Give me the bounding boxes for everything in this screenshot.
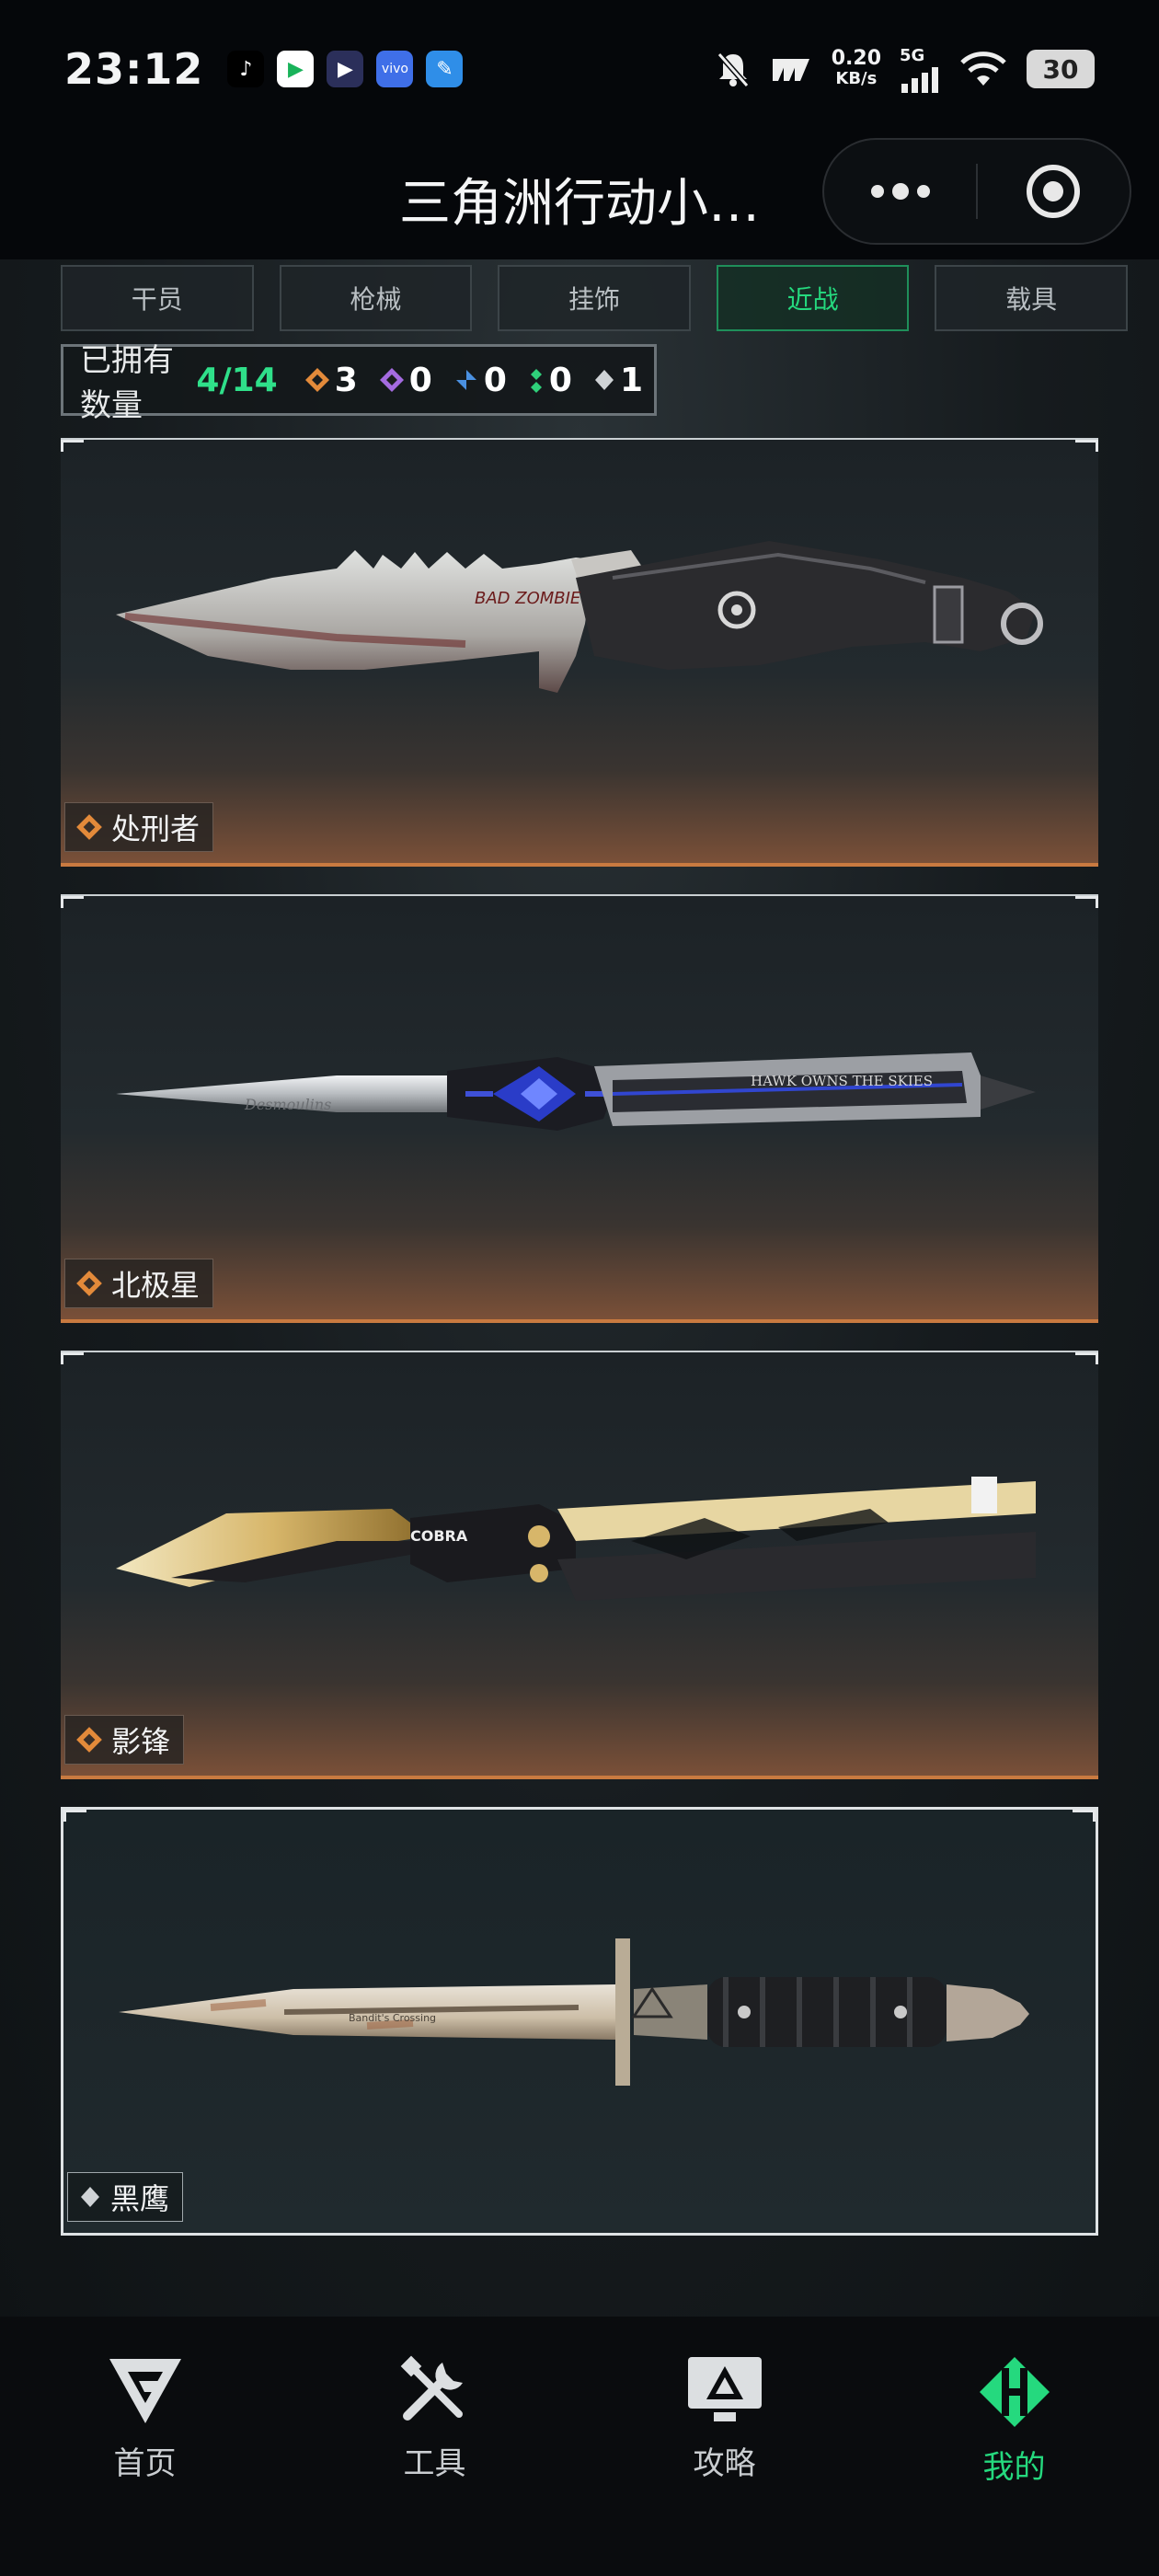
item-name: 黑鹰 (110, 2181, 170, 2216)
target-close-icon (1027, 165, 1081, 218)
nav-label: 工具 (403, 2445, 466, 2482)
blade-engraving: Bandit's Crossing (349, 2012, 436, 2024)
play-icon: ▶ (277, 51, 315, 87)
rarity-green: 0 (527, 362, 572, 399)
status-bar: 23:12 ♪ ▶ ▶ vivo ✎ 0.20 KB/s 5G 30 (0, 0, 1159, 138)
cellular-signal: 5G (900, 46, 940, 93)
owned-count: 4/14 (196, 361, 278, 399)
network-type: 5G (900, 45, 925, 65)
dagger-image: HAWK OWNS THE SKIES Desmoulins (116, 1052, 1036, 1131)
tab-label: 枪械 (350, 284, 402, 315)
white-diamond-icon (594, 370, 614, 390)
carrier-logo-icon (772, 59, 809, 81)
rarity-count: 0 (408, 361, 432, 399)
nav-label: 首页 (113, 2445, 177, 2482)
video-icon: ▶ (327, 51, 364, 87)
blade-engraving: BAD ZOMBIE (475, 589, 581, 608)
owned-count-bar: 已拥有数量 4/14 3 0 0 0 1 (61, 342, 657, 424)
rarity-count: 0 (548, 361, 572, 399)
tab-melee[interactable]: 近战 (716, 265, 910, 331)
melee-item-card[interactable]: HAWK OWNS THE SKIES Desmoulins 北极星 (61, 894, 1098, 1323)
tiktok-icon: ♪ (227, 51, 265, 87)
melee-item-card[interactable]: COBRA 影锋 (61, 1351, 1098, 1779)
gold-rarity-icon (76, 814, 102, 840)
notes-icon: ✎ (426, 51, 464, 87)
vivo-icon: vivo (376, 51, 414, 87)
green-diamond-icon (530, 369, 542, 393)
tab-label: 载具 (1005, 284, 1058, 315)
bayonet-image: Bandit's Crossing (119, 1938, 1029, 2086)
owned-label: 已拥有数量 (80, 342, 174, 424)
nav-label: 我的 (982, 2449, 1046, 2486)
status-indicators: 0.20 KB/s 5G 30 (716, 46, 1095, 93)
net-speed-unit: KB/s (835, 69, 878, 88)
close-button[interactable] (978, 140, 1130, 243)
gold-rarity-icon (76, 1727, 102, 1753)
page-title: 三角洲行动小… (399, 173, 760, 234)
tab-charms[interactable]: 挂饰 (498, 265, 691, 331)
rarity-count: 3 (334, 361, 358, 399)
status-time: 23:12 (64, 44, 204, 94)
tab-label: 近战 (786, 284, 839, 315)
blue-diamond-icon (455, 370, 476, 390)
tab-label: 挂饰 (568, 284, 620, 315)
handle-engraving: COBRA (410, 1527, 468, 1545)
net-speed: 0.20 KB/s (832, 49, 881, 89)
tab-firearms[interactable]: 枪械 (279, 265, 473, 331)
net-speed-value: 0.20 (831, 47, 881, 70)
blade-engraving: Desmoulins (244, 1096, 331, 1113)
category-tabs: 干员 枪械 挂饰 近战 载具 (61, 265, 1128, 331)
melee-item-card[interactable]: BAD ZOMBIE 处刑者 (61, 438, 1098, 867)
nav-home[interactable]: 首页 (53, 2355, 237, 2576)
mini-program-capsule (822, 138, 1131, 245)
app-screen: 23:12 ♪ ▶ ▶ vivo ✎ 0.20 KB/s 5G 30 三角洲行动… (0, 0, 1159, 2576)
nav-label: 攻略 (693, 2445, 756, 2482)
guide-monitor-icon (687, 2357, 762, 2421)
item-name-label: 黑鹰 (67, 2172, 184, 2222)
item-name-label: 影锋 (64, 1715, 185, 1765)
more-dots-icon (870, 183, 930, 200)
item-name: 影锋 (111, 1724, 171, 1759)
home-logo-icon (109, 2359, 181, 2423)
handle-engraving: HAWK OWNS THE SKIES (751, 1073, 933, 1089)
item-name-label: 北极星 (64, 1259, 214, 1308)
melee-item-card[interactable]: Bandit's Crossing 黑鹰 (61, 1807, 1098, 2236)
mute-bell-icon (717, 52, 749, 87)
tools-icon (400, 2355, 463, 2421)
tab-vehicles[interactable]: 载具 (935, 265, 1128, 331)
profile-logo-icon (979, 2357, 1050, 2427)
status-app-icons: ♪ ▶ ▶ vivo ✎ (227, 51, 464, 87)
nav-guide[interactable]: 攻略 (633, 2355, 817, 2576)
gold-rarity-icon (76, 1271, 102, 1296)
wifi-icon (960, 52, 1006, 86)
purple-diamond-icon (379, 368, 404, 392)
battery-indicator: 30 (1027, 50, 1095, 88)
rarity-gold: 3 (304, 362, 358, 399)
butterfly-knife-image: COBRA (116, 1477, 1036, 1601)
rarity-count: 0 (483, 361, 507, 399)
gold-diamond-icon (304, 368, 329, 392)
rarity-count: 1 (619, 361, 643, 399)
tab-operators[interactable]: 干员 (61, 265, 254, 331)
rarity-purple: 0 (378, 362, 432, 399)
white-rarity-icon (81, 2187, 99, 2207)
nav-tools[interactable]: 工具 (343, 2355, 527, 2576)
rarity-blue: 0 (453, 362, 507, 399)
content-area: 干员 枪械 挂饰 近战 载具 已拥有数量 4/14 3 0 0 0 1 BAD … (0, 259, 1159, 2317)
rarity-white: 1 (592, 362, 643, 399)
signal-bars-icon (901, 66, 938, 93)
bottom-navigation: 首页 工具 攻略 我的 (0, 2317, 1159, 2576)
item-name: 北极星 (111, 1268, 201, 1303)
item-name: 处刑者 (111, 811, 201, 846)
tab-label: 干员 (131, 284, 183, 315)
item-name-label: 处刑者 (64, 802, 214, 852)
serrated-knife-image: BAD ZOMBIE (116, 541, 1043, 693)
more-button[interactable] (824, 140, 976, 243)
nav-profile[interactable]: 我的 (923, 2355, 1107, 2576)
